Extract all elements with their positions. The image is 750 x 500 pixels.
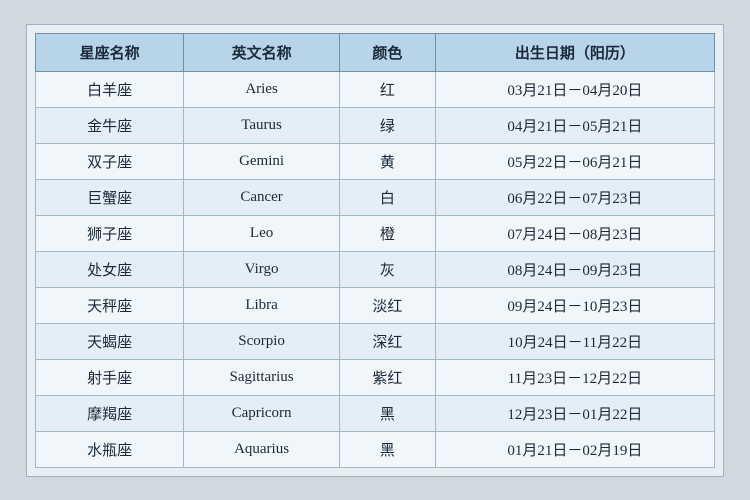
- table-row: 摩羯座Capricorn黑12月23日－01月22日: [36, 395, 715, 431]
- table-cell: Aries: [184, 71, 340, 107]
- table-row: 天蝎座Scorpio深红10月24日－11月22日: [36, 323, 715, 359]
- table-cell: 射手座: [36, 359, 184, 395]
- table-cell: Aquarius: [184, 431, 340, 467]
- table-cell: Libra: [184, 287, 340, 323]
- table-cell: 绿: [339, 107, 435, 143]
- table-cell: 09月24日－10月23日: [435, 287, 714, 323]
- table-cell: 08月24日－09月23日: [435, 251, 714, 287]
- table-cell: 10月24日－11月22日: [435, 323, 714, 359]
- table-cell: 06月22日－07月23日: [435, 179, 714, 215]
- table-cell: 白: [339, 179, 435, 215]
- table-cell: Sagittarius: [184, 359, 340, 395]
- table-cell: 11月23日－12月22日: [435, 359, 714, 395]
- table-cell: 05月22日－06月21日: [435, 143, 714, 179]
- table-cell: 灰: [339, 251, 435, 287]
- zodiac-table: 星座名称 英文名称 颜色 出生日期（阳历） 白羊座Aries红03月21日－04…: [35, 33, 715, 468]
- table-cell: 03月21日－04月20日: [435, 71, 714, 107]
- table-row: 水瓶座Aquarius黑01月21日－02月19日: [36, 431, 715, 467]
- table-cell: 深红: [339, 323, 435, 359]
- table-cell: Cancer: [184, 179, 340, 215]
- col-header-birthdate: 出生日期（阳历）: [435, 33, 714, 71]
- table-header-row: 星座名称 英文名称 颜色 出生日期（阳历）: [36, 33, 715, 71]
- table-cell: 双子座: [36, 143, 184, 179]
- table-cell: 金牛座: [36, 107, 184, 143]
- table-cell: 橙: [339, 215, 435, 251]
- table-cell: 红: [339, 71, 435, 107]
- table-cell: 01月21日－02月19日: [435, 431, 714, 467]
- table-cell: 紫红: [339, 359, 435, 395]
- col-header-chinese-name: 星座名称: [36, 33, 184, 71]
- table-cell: Gemini: [184, 143, 340, 179]
- table-cell: 处女座: [36, 251, 184, 287]
- table-row: 金牛座Taurus绿04月21日－05月21日: [36, 107, 715, 143]
- table-row: 射手座Sagittarius紫红11月23日－12月22日: [36, 359, 715, 395]
- table-cell: 04月21日－05月21日: [435, 107, 714, 143]
- table-cell: 狮子座: [36, 215, 184, 251]
- table-cell: 12月23日－01月22日: [435, 395, 714, 431]
- table-row: 白羊座Aries红03月21日－04月20日: [36, 71, 715, 107]
- table-row: 处女座Virgo灰08月24日－09月23日: [36, 251, 715, 287]
- col-header-color: 颜色: [339, 33, 435, 71]
- table-cell: Taurus: [184, 107, 340, 143]
- zodiac-table-wrapper: 星座名称 英文名称 颜色 出生日期（阳历） 白羊座Aries红03月21日－04…: [26, 24, 724, 477]
- table-cell: 天蝎座: [36, 323, 184, 359]
- table-cell: 天秤座: [36, 287, 184, 323]
- table-cell: 07月24日－08月23日: [435, 215, 714, 251]
- col-header-english-name: 英文名称: [184, 33, 340, 71]
- table-row: 双子座Gemini黄05月22日－06月21日: [36, 143, 715, 179]
- table-cell: 白羊座: [36, 71, 184, 107]
- table-row: 巨蟹座Cancer白06月22日－07月23日: [36, 179, 715, 215]
- table-row: 狮子座Leo橙07月24日－08月23日: [36, 215, 715, 251]
- table-cell: 黑: [339, 395, 435, 431]
- table-cell: 水瓶座: [36, 431, 184, 467]
- table-cell: Leo: [184, 215, 340, 251]
- table-cell: 淡红: [339, 287, 435, 323]
- table-cell: Scorpio: [184, 323, 340, 359]
- table-cell: 黄: [339, 143, 435, 179]
- table-cell: 巨蟹座: [36, 179, 184, 215]
- table-cell: Virgo: [184, 251, 340, 287]
- table-cell: Capricorn: [184, 395, 340, 431]
- table-cell: 摩羯座: [36, 395, 184, 431]
- table-row: 天秤座Libra淡红09月24日－10月23日: [36, 287, 715, 323]
- table-cell: 黑: [339, 431, 435, 467]
